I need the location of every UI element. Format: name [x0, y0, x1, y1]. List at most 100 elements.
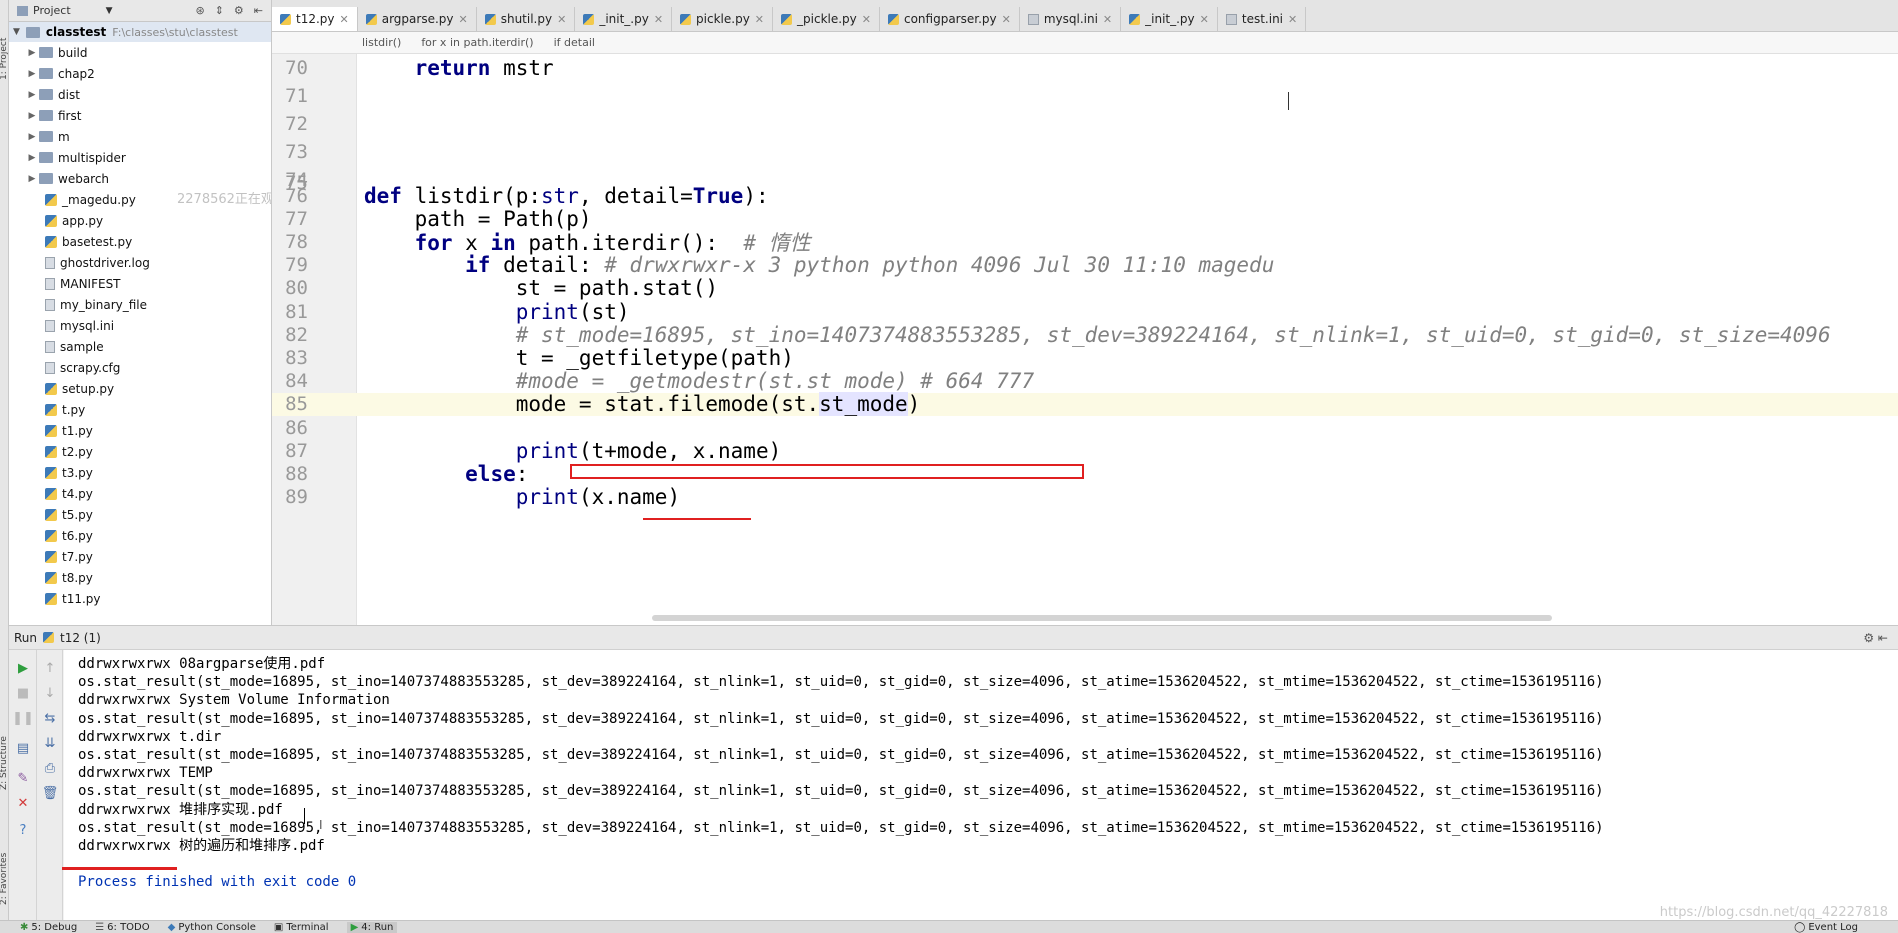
gear-icon[interactable]: ⚙ ⇤	[1863, 631, 1898, 645]
tree-file[interactable]: t7.py	[25, 546, 271, 567]
editor-tab[interactable]: _init_.py ✕	[1121, 7, 1218, 31]
tree-file[interactable]: my_binary_file	[25, 294, 271, 315]
todo-tool-button[interactable]: ☰ 6: TODO	[95, 922, 149, 933]
rerun-icon[interactable]: ▶	[15, 660, 31, 676]
hide-panel-icon[interactable]: ⇤	[254, 4, 263, 17]
layout-icon[interactable]: ▤	[15, 740, 31, 756]
close-icon[interactable]: ✕	[1002, 13, 1011, 26]
structure-tool-label[interactable]: Z: Structure	[0, 736, 9, 790]
code-line[interactable]: 89 print(x.name)	[272, 485, 1898, 509]
editor-tab[interactable]: pickle.py ✕	[672, 7, 774, 31]
code-line[interactable]: 84 #mode = _getmodestr(st.st_mode) # 664…	[272, 369, 1898, 393]
close-icon[interactable]: ✕	[15, 795, 31, 811]
tree-file[interactable]: t2.py	[25, 441, 271, 462]
project-root-row[interactable]: ▼ classtest F:\classes\stu\classtest	[9, 22, 271, 42]
code-line[interactable]: 85 mode = stat.filemode(st.st_mode)	[272, 392, 1898, 417]
close-icon[interactable]: ✕	[340, 13, 349, 26]
code-line[interactable]: 70 return mstr	[272, 54, 1898, 82]
terminal-button[interactable]: ▣ Terminal	[274, 922, 329, 933]
scroll-from-source-icon[interactable]: ⊛	[195, 4, 204, 17]
code-line[interactable]: 88 else:	[272, 462, 1898, 486]
editor-tab[interactable]: t12.py ✕	[272, 7, 358, 31]
tree-folder[interactable]: ▶ build	[25, 42, 271, 63]
editor-tab[interactable]: mysql.ini ✕	[1019, 7, 1122, 31]
run-tool-button[interactable]: ▶ 4: Run	[346, 921, 398, 933]
tree-folder[interactable]: ▶ multispider	[25, 147, 271, 168]
code-line[interactable]: 79 if detail: # drwxrwxr-x 3 python pyth…	[272, 253, 1898, 277]
soft-wrap-icon[interactable]: ⇆	[42, 710, 58, 726]
tree-file[interactable]: scrapy.cfg	[25, 357, 271, 378]
close-icon[interactable]: ✕	[862, 13, 871, 26]
code-line[interactable]: 87 print(t+mode, x.name)	[272, 439, 1898, 463]
code-line[interactable]: 80 st = path.stat()	[272, 276, 1898, 300]
debug-tool-button[interactable]: ✱ 5: Debug	[20, 922, 77, 933]
chevron-right-icon[interactable]: ▶	[25, 153, 39, 163]
breadcrumb-item[interactable]: listdir()	[362, 36, 401, 49]
editor-tab[interactable]: shutil.py ✕	[476, 7, 576, 31]
tree-file[interactable]: t.py	[25, 399, 271, 420]
code-editor[interactable]: 70 return mstr 71 72 73 74 75 76 def listdir(p:…	[272, 54, 1898, 625]
chevron-down-icon[interactable]: ▼	[106, 6, 113, 16]
run-console[interactable]: ddrwxrwxrwx 08argparse使用.pdf os.stat_resu…	[64, 650, 1898, 920]
chevron-right-icon[interactable]: ▶	[25, 111, 39, 121]
horizontal-scrollbar[interactable]	[652, 615, 1552, 621]
tree-file[interactable]: t11.py	[25, 588, 271, 609]
breadcrumb-item[interactable]: for x in path.iterdir()	[421, 36, 533, 49]
code-line[interactable]: 73	[272, 138, 1898, 166]
stop-icon[interactable]: ■	[15, 685, 31, 701]
tree-file[interactable]: t5.py	[25, 504, 271, 525]
code-line[interactable]: 83 t = _getfiletype(path)	[272, 346, 1898, 370]
editor-tab[interactable]: test.ini ✕	[1217, 7, 1307, 31]
tree-folder[interactable]: ▶ dist	[25, 84, 271, 105]
arrow-up-icon[interactable]: ↑	[42, 660, 58, 676]
editor-tab[interactable]: argparse.py ✕	[357, 7, 477, 31]
code-line[interactable]: 76 def listdir(p:str, detail=True):	[272, 184, 1898, 208]
event-log-button[interactable]: ◯ Event Log	[1794, 922, 1898, 933]
close-icon[interactable]: ✕	[1200, 13, 1209, 26]
tree-folder[interactable]: ▶ chap2	[25, 63, 271, 84]
editor-tab[interactable]: _init_.py ✕	[575, 7, 673, 31]
code-line[interactable]: 82 # st_mode=16895, st_ino=1407374883553…	[272, 323, 1898, 347]
tree-file[interactable]: mysql.ini	[25, 315, 271, 336]
code-line[interactable]: 81 print(st)	[272, 300, 1898, 324]
tree-file[interactable]: basetest.py	[25, 231, 271, 252]
print-icon[interactable]: ⎙	[42, 760, 58, 776]
tree-file[interactable]: ghostdriver.log	[25, 252, 271, 273]
trash-icon[interactable]: 🗑	[42, 785, 59, 801]
close-icon[interactable]: ✕	[557, 13, 566, 26]
editor-tab[interactable]: configparser.py ✕	[879, 7, 1020, 31]
arrow-down-icon[interactable]: ↓	[42, 685, 58, 701]
help-icon[interactable]: ?	[15, 822, 31, 838]
python-console-button[interactable]: ◆ Python Console	[168, 922, 256, 933]
collapse-all-icon[interactable]: ⇕	[215, 4, 224, 17]
code-line[interactable]: 86	[272, 416, 1898, 439]
project-title[interactable]: Project	[33, 4, 71, 17]
tree-folder[interactable]: ▶ m	[25, 126, 271, 147]
code-line[interactable]: 78 for x in path.iterdir(): # 惰性	[272, 230, 1898, 255]
favorites-tool-label[interactable]: 2: Favorites	[0, 853, 9, 905]
tree-folder[interactable]: ▶ first	[25, 105, 271, 126]
code-line[interactable]: 71	[272, 82, 1898, 110]
chevron-right-icon[interactable]: ▶	[25, 174, 39, 184]
tree-file[interactable]: sample	[25, 336, 271, 357]
scroll-to-end-icon[interactable]: ⇊	[42, 735, 58, 751]
run-config-tab[interactable]: t12 (1)	[60, 631, 101, 645]
project-tool-label[interactable]: 1: Project	[0, 38, 9, 80]
chevron-right-icon[interactable]: ▶	[25, 132, 39, 142]
pin-icon[interactable]: ✎	[15, 770, 31, 786]
chevron-right-icon[interactable]: ▶	[25, 90, 39, 100]
chevron-right-icon[interactable]: ▶	[25, 69, 39, 79]
chevron-right-icon[interactable]: ▶	[25, 48, 39, 58]
editor-tab[interactable]: _pickle.py ✕	[773, 7, 880, 31]
tree-file[interactable]: t4.py	[25, 483, 271, 504]
tree-folder[interactable]: ▶ webarch	[25, 168, 271, 189]
tree-file[interactable]: app.py	[25, 210, 271, 231]
pause-icon[interactable]: ❚❚	[12, 710, 34, 726]
close-icon[interactable]: ✕	[654, 13, 663, 26]
run-title[interactable]: Run	[14, 631, 37, 645]
tree-file[interactable]: MANIFEST	[25, 273, 271, 294]
tree-file[interactable]: t1.py	[25, 420, 271, 441]
code-line[interactable]: 72	[272, 110, 1898, 138]
tree-file[interactable]: t6.py	[25, 525, 271, 546]
close-icon[interactable]: ✕	[1288, 13, 1297, 26]
